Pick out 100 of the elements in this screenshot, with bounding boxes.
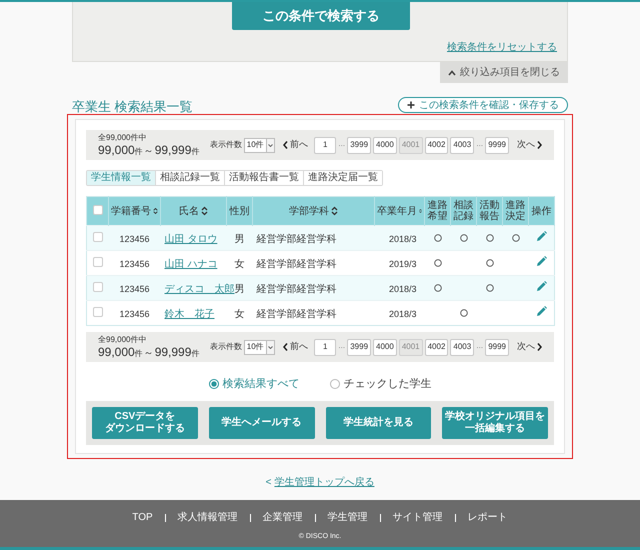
circle-mark-icon [512,234,520,242]
page-button[interactable]: 3999 [347,338,372,356]
chevron-left-icon [283,343,288,351]
column-header: 性別 [230,206,250,216]
department-text: 経営学部経営学科 [256,234,336,245]
action-button[interactable]: CSVデータを ダウンロードする [92,406,198,438]
circle-mark-icon [434,234,442,242]
action-button[interactable]: 学生へメールする [208,406,314,438]
back-link[interactable]: 学生管理トップへ戻る [274,474,374,488]
next-link[interactable]: 次へ [517,340,542,354]
range-text: 99,000件～99,999件 [98,346,200,358]
edit-button[interactable] [536,231,547,242]
page-button[interactable]: 9999 [485,338,509,356]
page-button[interactable]: 9999 [485,136,509,154]
caret-icon [268,346,274,348]
list-tab[interactable]: 学生情報一覧 [87,171,155,185]
pencil-icon [536,231,547,242]
edit-button[interactable] [536,281,547,292]
column-header: 操作 [532,206,552,216]
per-page-select[interactable]: 10件 [244,138,276,152]
section-title: 卒業生 検索結果一覧 [72,100,193,113]
action-button[interactable]: 学校オリジナル項目を 一括編集する [442,406,548,438]
student-number: 123456 [119,309,150,319]
per-page-label: 表示件数 [210,341,242,353]
student-name-link[interactable]: 山田 タロウ [164,234,218,245]
next-link[interactable]: 次へ [517,138,542,152]
column-header: 進路決定 [506,200,526,222]
column-header: 学籍番号 [111,206,151,216]
page-button[interactable]: 1 [314,136,336,154]
department-text: 経営学部経営学科 [256,259,336,270]
scope-radio[interactable]: チェックした学生 [330,376,432,392]
footer-link[interactable]: 求人情報管理 [178,513,238,523]
sort-icon [153,206,158,216]
scope-radio[interactable]: 検索結果すべて [208,376,300,392]
gender-text: 男 [234,284,244,295]
student-name-link[interactable]: ディスコ 太郎 [164,284,234,295]
column-header: 氏名 [179,206,199,216]
pencil-icon [536,306,547,317]
page-button[interactable]: 4003 [450,136,474,154]
footer-link[interactable]: 企業管理 [262,513,303,523]
page-button[interactable]: 3999 [347,136,372,154]
student-number: 123456 [119,259,150,269]
prev-link[interactable]: 前へ [283,138,308,152]
page-button[interactable]: 4000 [373,136,397,154]
action-button[interactable]: 学生統計を見る [326,406,432,438]
circle-mark-icon [460,234,468,242]
page-button[interactable]: 4001 [398,136,423,154]
student-name-link[interactable]: 鈴木 花子 [164,309,214,320]
student-name-link[interactable]: 山田 ハナコ [164,259,218,270]
chevron-right-icon [537,343,542,351]
column-header: 学部学科 [289,206,329,216]
circle-mark-icon [460,308,468,317]
chevron-left-icon [283,141,288,149]
graduation-date: 2018/3 [388,234,416,244]
graduation-date: 2018/3 [388,284,416,294]
list-tab[interactable]: 進路決定届一覧 [303,171,382,185]
circle-mark-icon [434,258,442,267]
caret-icon [268,144,274,146]
per-page-label: 表示件数 [210,139,242,151]
checkbox[interactable] [92,282,103,292]
footer-link[interactable]: サイト管理 [392,513,443,523]
search-button[interactable]: この条件で検索する [232,2,410,30]
gender-text: 女 [234,259,244,270]
page-button[interactable]: 1 [314,338,336,356]
sort-icon [201,206,208,216]
page-button[interactable]: 4000 [373,338,397,356]
collapse-tab[interactable]: 絞り込み項目を閉じる [440,62,568,83]
page-button[interactable]: 4002 [424,136,448,154]
footer-link[interactable]: TOP [132,513,153,523]
column-header: 活動報告 [480,200,500,222]
reset-link[interactable]: 検索条件をリセットする [447,40,557,55]
save-conditions-button[interactable]: この検索条件を確認・保存する [398,97,568,113]
column-header: 進路希望 [428,200,448,222]
page-button[interactable]: 4001 [398,338,423,356]
footer-link[interactable]: 学生管理 [328,513,368,523]
per-page-select[interactable]: 10件 [244,340,276,354]
page-button[interactable]: 4003 [450,338,474,356]
checkbox[interactable] [92,307,103,317]
checkbox[interactable] [92,232,103,242]
prev-link[interactable]: 前へ [283,340,308,354]
gender-text: 女 [234,309,244,320]
department-text: 経営学部経営学科 [256,284,336,295]
circle-mark-icon [486,258,494,267]
student-number: 123456 [119,284,150,294]
graduation-date: 2019/3 [388,259,416,269]
pencil-icon [536,256,547,267]
edit-button[interactable] [536,306,547,317]
total-count: 全99,000件中 [98,134,148,142]
back-arrow-text: < [266,476,272,488]
circle-mark-icon [486,234,494,242]
footer-link[interactable]: レポート [468,513,508,523]
sort-icon [331,206,338,216]
total-count: 全99,000件中 [98,336,148,344]
checkbox[interactable] [92,205,102,215]
circle-mark-icon [486,284,494,292]
plus-icon [407,101,415,109]
checkbox[interactable] [92,257,103,267]
circle-mark-icon [434,284,442,292]
page-button[interactable]: 4002 [424,338,448,356]
edit-button[interactable] [536,256,547,267]
